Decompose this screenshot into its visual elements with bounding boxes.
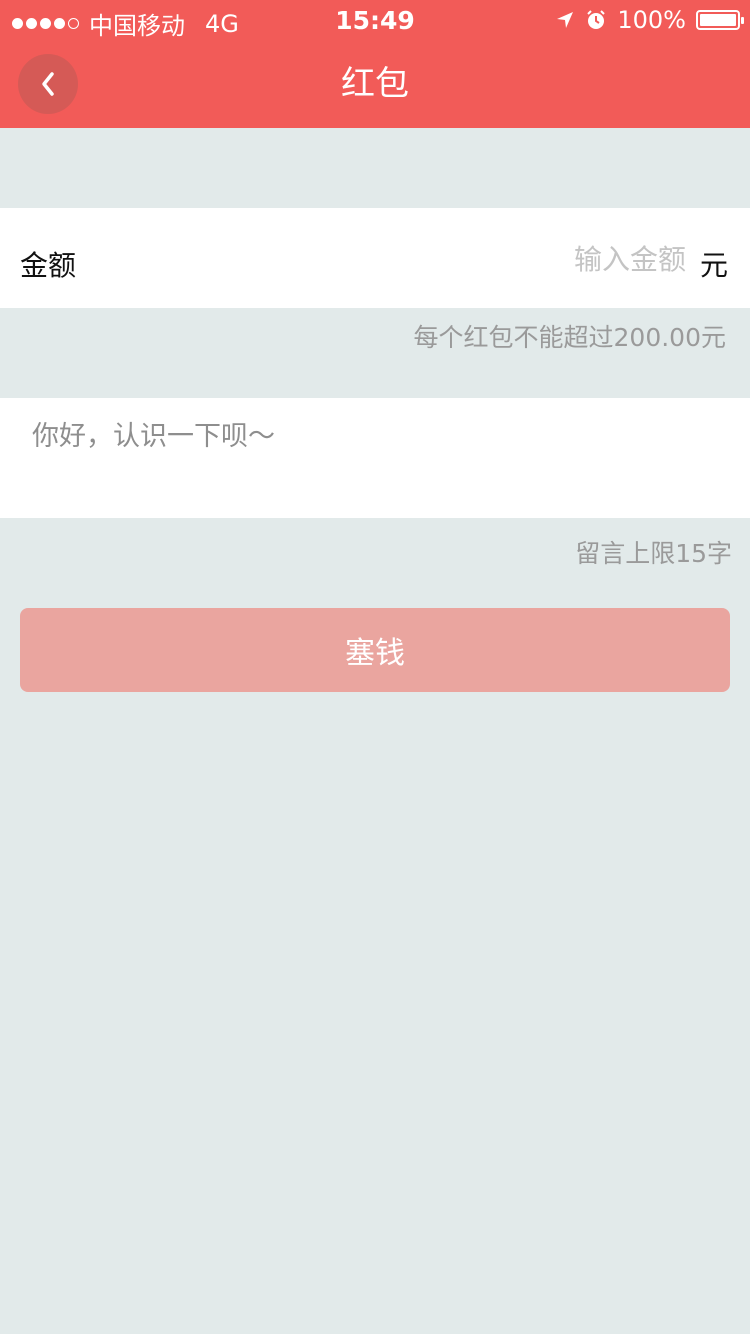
alarm-clock-icon: [587, 10, 606, 29]
nav-header: 中国移动 4G 15:49 100% 红包: [0, 0, 750, 128]
submit-money-button[interactable]: 塞钱: [20, 608, 730, 692]
page-title: 红包: [341, 64, 409, 104]
message-box: [0, 398, 750, 518]
amount-unit: 元: [699, 249, 728, 282]
amount-input[interactable]: [384, 236, 688, 282]
message-limit-hint: 留言上限15字: [575, 539, 732, 568]
amount-label: 金额: [20, 249, 77, 282]
battery-percent: 100%: [617, 6, 686, 34]
status-bar: 中国移动 4G 15:49 100%: [0, 0, 750, 40]
location-arrow-icon: [557, 12, 574, 28]
amount-row: 金额 元: [0, 208, 750, 308]
message-input[interactable]: [30, 412, 724, 506]
amount-limit-hint: 每个红包不能超过200.00元: [413, 323, 726, 352]
status-right: 100%: [555, 6, 744, 34]
battery-icon: [696, 10, 744, 30]
